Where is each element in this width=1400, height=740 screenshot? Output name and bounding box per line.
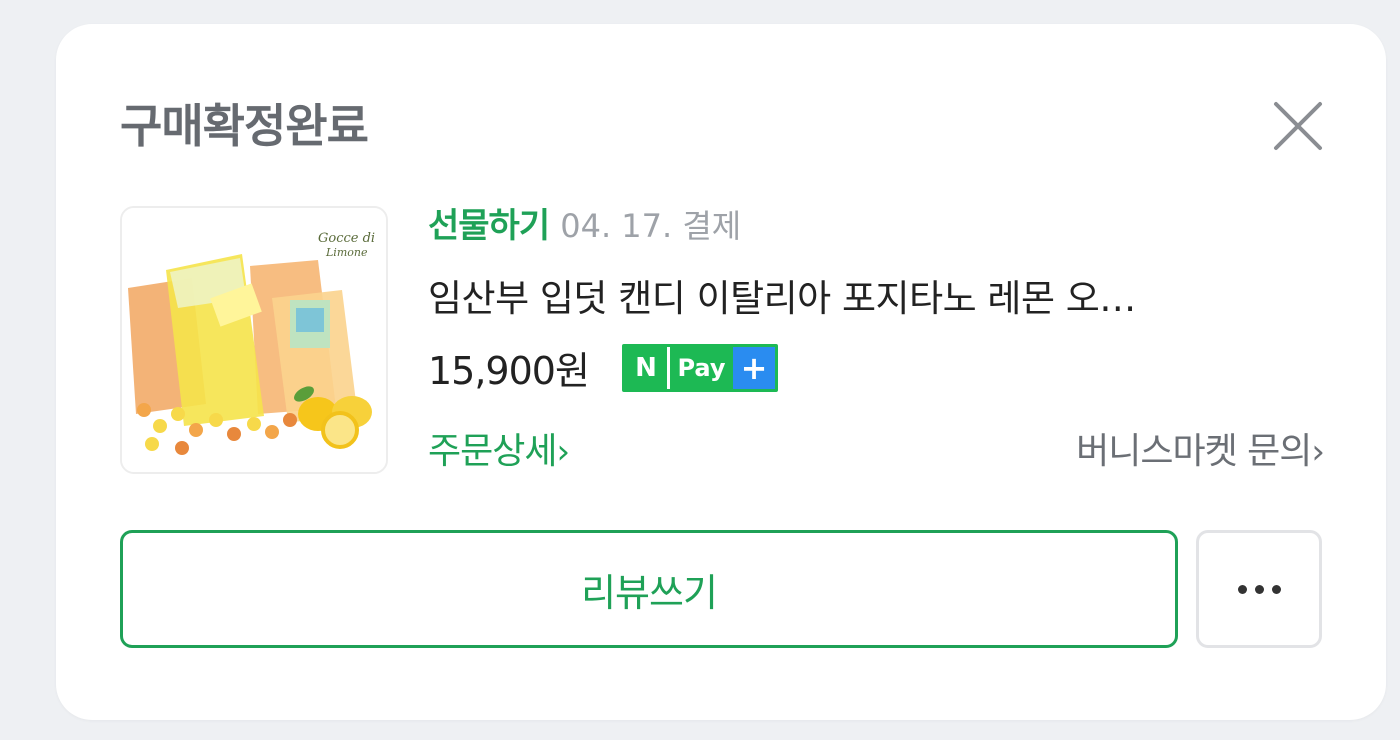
- write-review-label: 리뷰쓰기: [581, 570, 718, 615]
- seller-inquiry-label: 버니스마켓 문의: [1076, 431, 1312, 472]
- npay-pay-label: Pay: [667, 347, 733, 389]
- product-price: 15,900원: [428, 349, 590, 393]
- close-icon[interactable]: [1272, 100, 1324, 152]
- plus-icon: +: [733, 347, 775, 389]
- write-review-button[interactable]: 리뷰쓰기: [120, 530, 1178, 648]
- order-meta: 선물하기 04. 17. 결제: [428, 198, 741, 247]
- order-detail-label: 주문상세: [428, 431, 557, 472]
- chevron-right-icon: ›: [1311, 432, 1325, 472]
- purchase-confirm-card: 구매확정완료 Gocce di Limone 선물하기 04. 17. 결제 임…: [56, 24, 1386, 720]
- payment-date: 04. 17. 결제: [560, 207, 742, 245]
- npay-n-mark: N: [625, 347, 667, 389]
- seller-inquiry-link[interactable]: 버니스마켓 문의›: [1076, 422, 1325, 474]
- npay-plus-badge: N Pay +: [622, 344, 778, 392]
- lemon-candy-image: Gocce di Limone: [122, 208, 386, 472]
- product-name[interactable]: 임산부 입덧 캔디 이탈리아 포지타노 레몬 오…: [428, 268, 1288, 322]
- order-detail-link[interactable]: 주문상세›: [428, 422, 570, 474]
- chevron-right-icon: ›: [556, 432, 570, 472]
- product-image-brand-line1: Gocce di: [318, 231, 375, 246]
- more-dots-icon: [1271, 584, 1281, 594]
- product-thumbnail[interactable]: Gocce di Limone: [120, 206, 388, 474]
- more-dots-icon: [1254, 584, 1264, 594]
- card-title: 구매확정완료: [120, 99, 369, 153]
- product-image-brand-line2: Limone: [325, 246, 368, 259]
- more-options-button[interactable]: [1196, 530, 1322, 648]
- gift-label: 선물하기: [428, 206, 550, 246]
- more-dots-icon: [1237, 584, 1247, 594]
